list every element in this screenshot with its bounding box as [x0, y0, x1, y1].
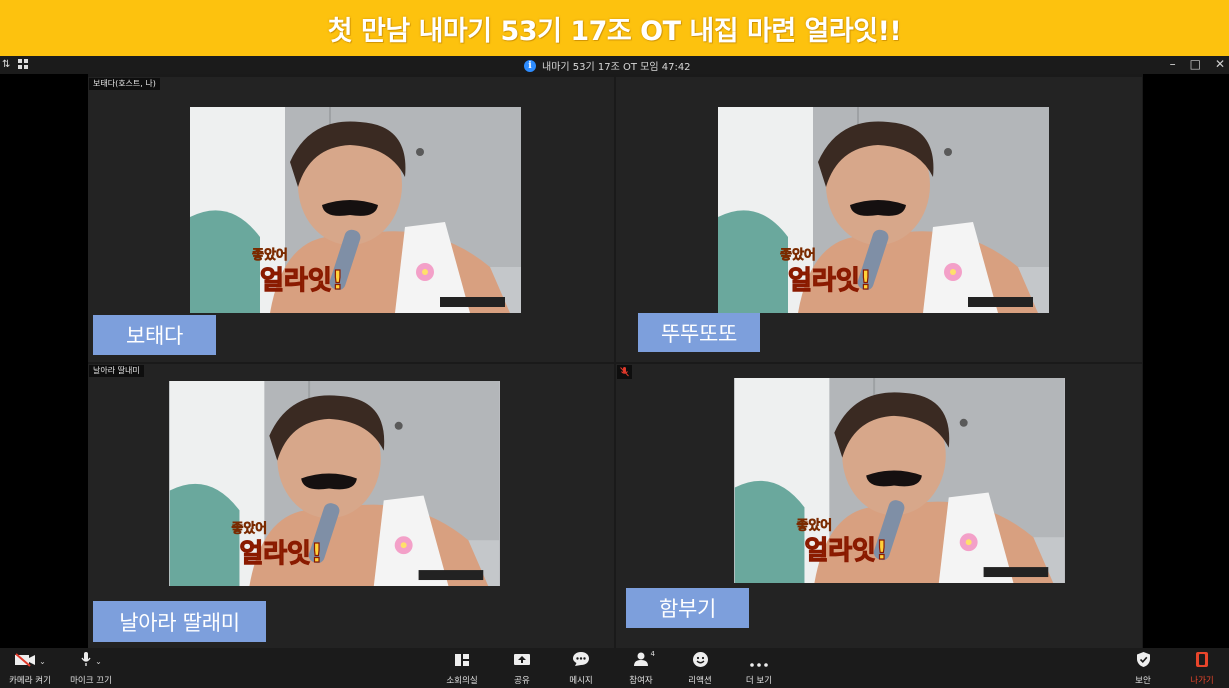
chevron-down-icon[interactable]: ⌄ [95, 657, 102, 666]
participants-label: 참여자 [629, 676, 653, 686]
video-feed: 좋았어 얼라잇! [734, 378, 1065, 583]
maximize-icon[interactable]: □ [1190, 57, 1201, 71]
meeting-toolbar: ⌄ 카메라 켜기 ⌄ 마이크 끄기 소회의실 공유 메시지 4 참여자 리액션 … [0, 648, 1229, 688]
participant-tag: 날아라 딸내미 [89, 365, 144, 377]
gallery-right-margin [1143, 74, 1229, 648]
participant-tile[interactable]: 좋았어 얼라잇! 보태다 보태다(호스트, 나) [88, 77, 614, 362]
participant-tile[interactable]: 좋았어 얼라잇! 날아라 딸래미 날아라 딸내미 [88, 364, 614, 648]
mic-muted-icon [617, 365, 632, 379]
name-box: 뚜뚜또또 [638, 313, 760, 352]
chat-icon [572, 651, 590, 671]
camera-off-icon [14, 652, 36, 671]
breakout-rooms-button[interactable]: 소회의실 [440, 648, 484, 688]
close-icon[interactable]: ✕ [1215, 57, 1225, 71]
video-feed: 좋았어 얼라잇! [169, 381, 500, 586]
mic-button[interactable]: ⌄ 마이크 끄기 [62, 648, 120, 688]
leave-label: 나가기 [1190, 676, 1214, 686]
leave-door-icon [1195, 651, 1209, 672]
caption-small: 좋았어 [232, 520, 268, 536]
caption-small: 좋았어 [780, 247, 816, 263]
reactions-button[interactable]: 리액션 [680, 648, 720, 688]
video-frame: 좋았어 얼라잇! [169, 381, 500, 586]
name-box: 날아라 딸래미 [93, 601, 266, 642]
video-feed: 좋았어 얼라잇! [190, 107, 521, 313]
caption-big: 얼라잇! [239, 539, 322, 569]
security-button[interactable]: 보안 [1126, 648, 1160, 688]
caption-big: 얼라잇! [788, 266, 872, 296]
view-icon[interactable]: ⇅ [2, 59, 10, 72]
chat-label: 메시지 [569, 676, 593, 686]
more-dots-icon [750, 652, 768, 671]
video-frame: 좋았어 얼라잇! [734, 378, 1065, 583]
video-feed: 좋았어 얼라잇! [718, 107, 1049, 313]
window-titlebar: ⇅ i 내마기 53기 17조 OT 모임 47:42 – □ ✕ [0, 56, 1229, 74]
participants-count: 4 [650, 650, 655, 658]
name-box: 함부기 [626, 588, 749, 628]
share-button[interactable]: 공유 [503, 648, 541, 688]
breakout-rooms-icon [454, 652, 470, 671]
mic-label: 마이크 끄기 [70, 676, 112, 686]
banner-text: 첫 만남 내마기 53기 17조 OT 내집 마련 얼라잇!! [327, 15, 902, 47]
shield-icon [1136, 651, 1151, 672]
meeting-title: 내마기 53기 17조 OT 모임 47:42 [542, 62, 691, 73]
video-gallery: 좋았어 얼라잇! 보태다 보태다(호스트, 나) 좋았어 얼라잇! 뚜뚜또또 좋… [0, 74, 1229, 648]
share-label: 공유 [514, 676, 530, 686]
caption-big: 얼라잇! [260, 266, 344, 296]
camera-label: 카메라 켜기 [9, 676, 51, 686]
gallery-grid-icon[interactable] [18, 59, 29, 72]
name-box: 보태다 [93, 315, 216, 355]
leave-button[interactable]: 나가기 [1184, 648, 1220, 688]
participants-icon [633, 651, 649, 671]
more-label: 더 보기 [745, 676, 773, 686]
chat-button[interactable]: 메시지 [561, 648, 601, 688]
caption-small: 좋았어 [252, 247, 288, 263]
caption-small: 좋았어 [797, 517, 833, 533]
reactions-label: 리액션 [688, 676, 712, 686]
more-button[interactable]: 더 보기 [740, 648, 778, 688]
participant-tag: 보태다(호스트, 나) [89, 78, 160, 90]
smiley-icon [692, 651, 709, 672]
breakout-label: 소회의실 [446, 676, 478, 686]
participant-tile[interactable]: 좋았어 얼라잇! 함부기 [616, 364, 1142, 648]
caption-big: 얼라잇! [804, 536, 887, 566]
gallery-left-margin [0, 74, 88, 648]
security-label: 보안 [1135, 676, 1151, 686]
camera-button[interactable]: ⌄ 카메라 켜기 [2, 648, 58, 688]
caption-banner: 첫 만남 내마기 53기 17조 OT 내집 마련 얼라잇!! [0, 0, 1229, 56]
chevron-down-icon[interactable]: ⌄ [39, 657, 46, 666]
microphone-icon [80, 651, 92, 671]
video-frame: 좋았어 얼라잇! [718, 107, 1049, 313]
participants-button[interactable]: 4 참여자 [621, 648, 661, 688]
video-frame: 좋았어 얼라잇! [190, 107, 521, 313]
meeting-info-icon[interactable]: i [524, 59, 536, 72]
participant-tile[interactable]: 좋았어 얼라잇! 뚜뚜또또 [616, 77, 1142, 362]
minimize-icon[interactable]: – [1170, 57, 1176, 71]
share-screen-icon [513, 652, 531, 671]
